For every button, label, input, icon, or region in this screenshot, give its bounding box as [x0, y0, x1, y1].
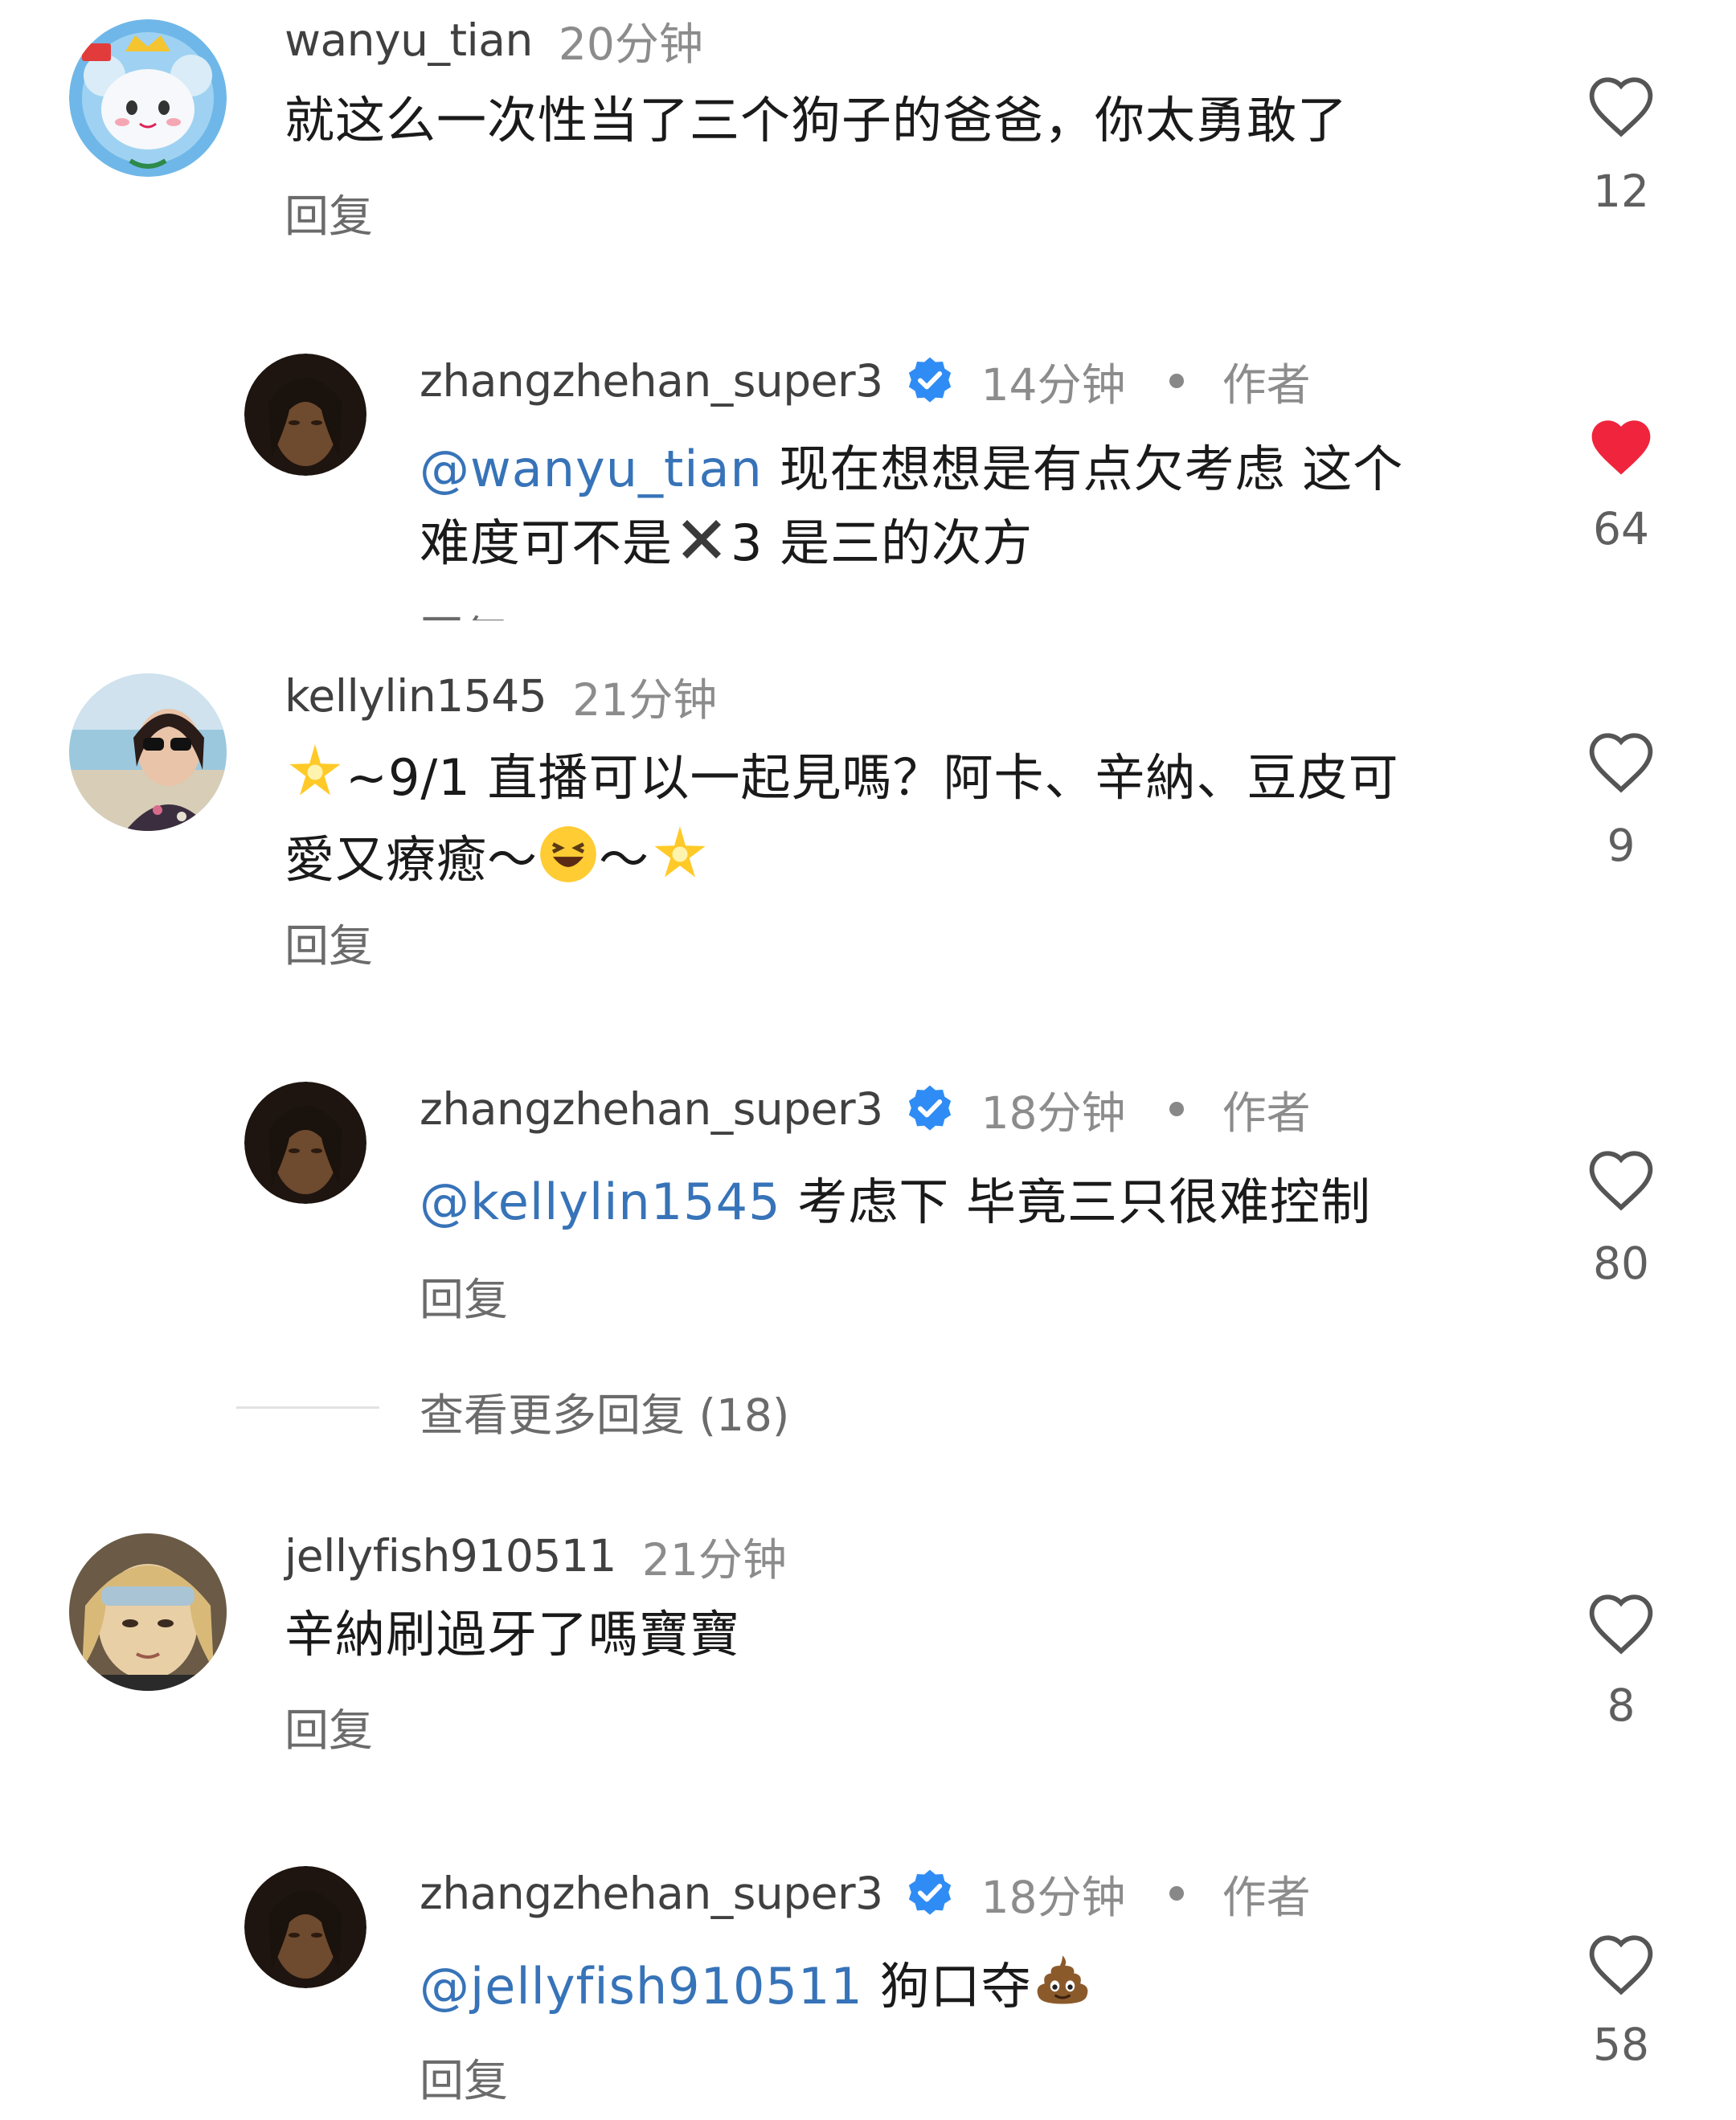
heart-outline-icon [1589, 77, 1653, 137]
like-button[interactable] [1585, 1932, 1657, 1999]
reply-item: zhangzhehan_super3 14分钟 作者 @wanyu_tian 现… [0, 338, 1736, 620]
like-count: 9 [1607, 820, 1636, 871]
timestamp: 18分钟 [981, 1087, 1126, 1139]
heart-outline-icon [1589, 1594, 1653, 1655]
comment-text: 就这么一次性当了三个狗子的爸爸，你太勇敢了 [285, 91, 1349, 149]
mention-link[interactable]: @jellyfish910511 [420, 1957, 863, 2016]
verified-badge-icon [908, 1869, 951, 1915]
like-button[interactable] [1585, 730, 1657, 797]
like-button[interactable] [1585, 1591, 1657, 1659]
separator-dot [1169, 1102, 1184, 1116]
glowing-star-emoji-icon [285, 742, 346, 823]
timestamp: 14分钟 [981, 359, 1126, 411]
comment-text: @jellyfish910511 狗口夺 [420, 1950, 1093, 2032]
timestamp: 21分钟 [572, 674, 718, 726]
username[interactable]: zhangzhehan_super3 [420, 355, 883, 407]
text-line: 3 是三的次方 [731, 514, 1034, 572]
comment-text: @kellylin1545 考虑下 毕竟三只很难控制 [420, 1165, 1371, 1239]
glowing-star-emoji-icon [649, 824, 710, 905]
heart-outline-icon [1589, 733, 1653, 793]
reply-button[interactable]: 回复 [420, 1263, 508, 1328]
text-line: ~9/1 直播可以一起見嗎？阿卡、辛納、豆皮可 [346, 748, 1399, 807]
divider-line [236, 1406, 379, 1409]
reply-button[interactable]: 回复 [420, 601, 508, 620]
verified-badge-icon [908, 357, 951, 403]
avatar[interactable] [69, 1533, 227, 1691]
text-line: 愛又療癒～ [285, 830, 538, 889]
view-more-replies-button[interactable]: 查看更多回复 (18) [420, 1379, 789, 1443]
reply-button[interactable]: 回复 [285, 180, 373, 244]
avatar[interactable] [244, 1082, 366, 1204]
author-badge: 作者 [1222, 1087, 1311, 1139]
like-button[interactable] [1585, 415, 1657, 482]
mention-link[interactable]: @kellylin1545 [420, 1173, 781, 1231]
timestamp: 18分钟 [981, 1872, 1126, 1923]
author-badge: 作者 [1222, 359, 1311, 411]
like-count: 8 [1607, 1680, 1636, 1731]
like-count: 58 [1593, 2019, 1649, 2070]
reply-button[interactable]: 回复 [420, 2044, 508, 2109]
comment-text: ~9/1 直播可以一起見嗎？阿卡、辛納、豆皮可 愛又療癒～ ～ [285, 741, 1398, 905]
timestamp: 21分钟 [641, 1534, 787, 1586]
comment-text: 辛納刷過牙了嗎寶寶 [285, 1605, 741, 1664]
heart-outline-icon [1589, 1935, 1653, 1995]
heart-outline-icon [1589, 1151, 1653, 1211]
timestamp: 20分钟 [558, 18, 703, 70]
reply-button[interactable]: 回复 [285, 1694, 373, 1758]
mention-link[interactable]: @wanyu_tian [420, 440, 763, 498]
username[interactable]: kellylin1545 [285, 670, 547, 722]
pile-of-poo-emoji-icon [1032, 1950, 1093, 2032]
like-count: 12 [1593, 166, 1649, 217]
laughing-face-emoji-icon [538, 824, 599, 905]
username[interactable]: zhangzhehan_super3 [420, 1083, 883, 1135]
avatar[interactable] [244, 354, 366, 476]
separator-dot [1169, 1886, 1184, 1901]
text-line: 现在想想是有点欠考虑 这个 [779, 440, 1404, 498]
comment-text: @wanyu_tian 现在想想是有点欠考虑 这个 难度可不是 3 是三的次方 [420, 432, 1403, 588]
like-count: 80 [1593, 1238, 1649, 1289]
verified-badge-icon [908, 1085, 951, 1131]
avatar[interactable] [69, 19, 227, 177]
avatar[interactable] [244, 1866, 366, 1988]
username[interactable]: wanyu_tian [285, 14, 533, 66]
like-button[interactable] [1585, 1148, 1657, 1215]
text-line: ～ [599, 830, 650, 889]
like-button[interactable] [1585, 74, 1657, 141]
text-line: 考虑下 毕竟三只很难控制 [797, 1173, 1371, 1231]
reply-button[interactable]: 回复 [285, 910, 373, 974]
text-line: 狗口夺 [879, 1957, 1032, 2016]
username[interactable]: zhangzhehan_super3 [420, 1868, 883, 1919]
author-badge: 作者 [1222, 1872, 1311, 1923]
separator-dot [1169, 374, 1184, 388]
username[interactable]: jellyfish910511 [285, 1530, 616, 1582]
like-count: 64 [1593, 503, 1649, 555]
avatar[interactable] [69, 673, 227, 831]
heart-filled-icon [1591, 420, 1651, 475]
cross-mark-emoji-icon [673, 510, 731, 588]
text-line: 难度可不是 [420, 514, 674, 572]
